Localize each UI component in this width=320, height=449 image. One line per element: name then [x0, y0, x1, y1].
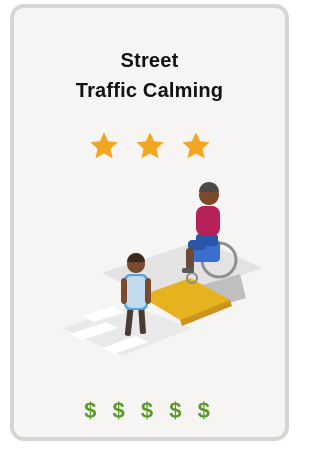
cost-rating: $ $ $ $ $	[84, 398, 215, 423]
star-icon	[89, 132, 118, 159]
wheelchair-user-shirt	[196, 206, 220, 236]
star-rating	[14, 130, 285, 164]
card-title: Street Traffic Calming	[14, 46, 285, 106]
star-icon	[181, 132, 210, 159]
card-title-line-1: Street	[120, 50, 179, 72]
card-title-line-2: Traffic Calming	[75, 80, 224, 102]
star-icon	[135, 132, 164, 159]
raised-crosswalk-illustration	[62, 182, 262, 356]
traffic-calming-card[interactable]: Street Traffic Calming $ $ $ $ $	[10, 4, 289, 441]
